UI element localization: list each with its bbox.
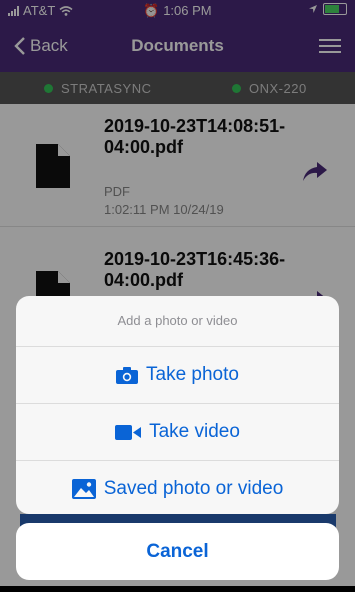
saved-photo-label: Saved photo or video: [103, 478, 284, 499]
video-camera-icon: [115, 424, 142, 440]
cancel-button[interactable]: Cancel: [16, 523, 339, 580]
bottom-edge: [0, 586, 355, 592]
app-screen: AT&T ⏰ 1:06 PM Back Documents STRATASYNC…: [0, 0, 355, 592]
action-sheet: Add a photo or video Take photo Take vid…: [16, 296, 339, 514]
action-sheet-title: Add a photo or video: [16, 296, 339, 347]
photo-library-icon: [71, 479, 96, 499]
take-photo-label: Take photo: [146, 364, 239, 385]
take-video-label: Take video: [149, 421, 240, 442]
take-photo-button[interactable]: Take photo: [16, 347, 339, 404]
camera-icon: [116, 366, 139, 384]
saved-photo-button[interactable]: Saved photo or video: [16, 461, 339, 514]
take-video-button[interactable]: Take video: [16, 404, 339, 461]
